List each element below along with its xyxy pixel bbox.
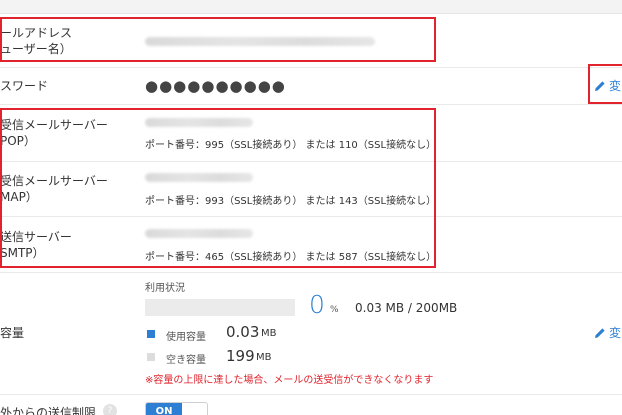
toggle-on-label: ON — [146, 403, 182, 415]
row-divider — [0, 394, 622, 395]
help-icon[interactable]: ? — [103, 404, 117, 415]
free-value: 199 — [226, 347, 255, 365]
password-label: スワード — [0, 79, 49, 93]
top-strip — [0, 0, 622, 14]
row-divider — [0, 104, 622, 105]
highlight-box-email — [0, 17, 436, 62]
usage-percent-value: 0 — [309, 290, 325, 319]
row-divider — [0, 67, 622, 68]
row-divider — [0, 272, 622, 273]
highlight-box-edit — [588, 64, 622, 104]
used-legend-swatch — [147, 330, 155, 338]
highlight-box-servers — [0, 108, 436, 268]
used-value: 0.03 — [226, 323, 260, 341]
free-unit: MB — [256, 352, 272, 363]
capacity-edit-label: 変 — [609, 326, 622, 340]
used-legend-label: 使用容量 — [166, 332, 206, 343]
usage-title: 利用状況 — [145, 283, 185, 294]
send-limit-toggle[interactable]: ON — [145, 402, 208, 415]
password-masked-value: ●●●●●●●●●● — [145, 77, 286, 95]
capacity-label: 容量 — [0, 326, 25, 340]
send-limit-label: 外からの送信制限 — [0, 406, 97, 415]
pencil-icon — [595, 327, 605, 338]
usage-percent-sign: % — [330, 305, 339, 315]
capacity-warning: ※容量の上限に達した場合、メールの送受信ができなくなります — [145, 375, 434, 386]
usage-bar — [145, 299, 295, 316]
free-legend-label: 空き容量 — [166, 355, 206, 366]
free-legend-swatch — [147, 353, 155, 361]
capacity-edit-button[interactable]: 変 — [594, 324, 621, 341]
used-unit: MB — [261, 328, 277, 339]
usage-summary: 0.03 MB / 200MB — [355, 301, 458, 315]
